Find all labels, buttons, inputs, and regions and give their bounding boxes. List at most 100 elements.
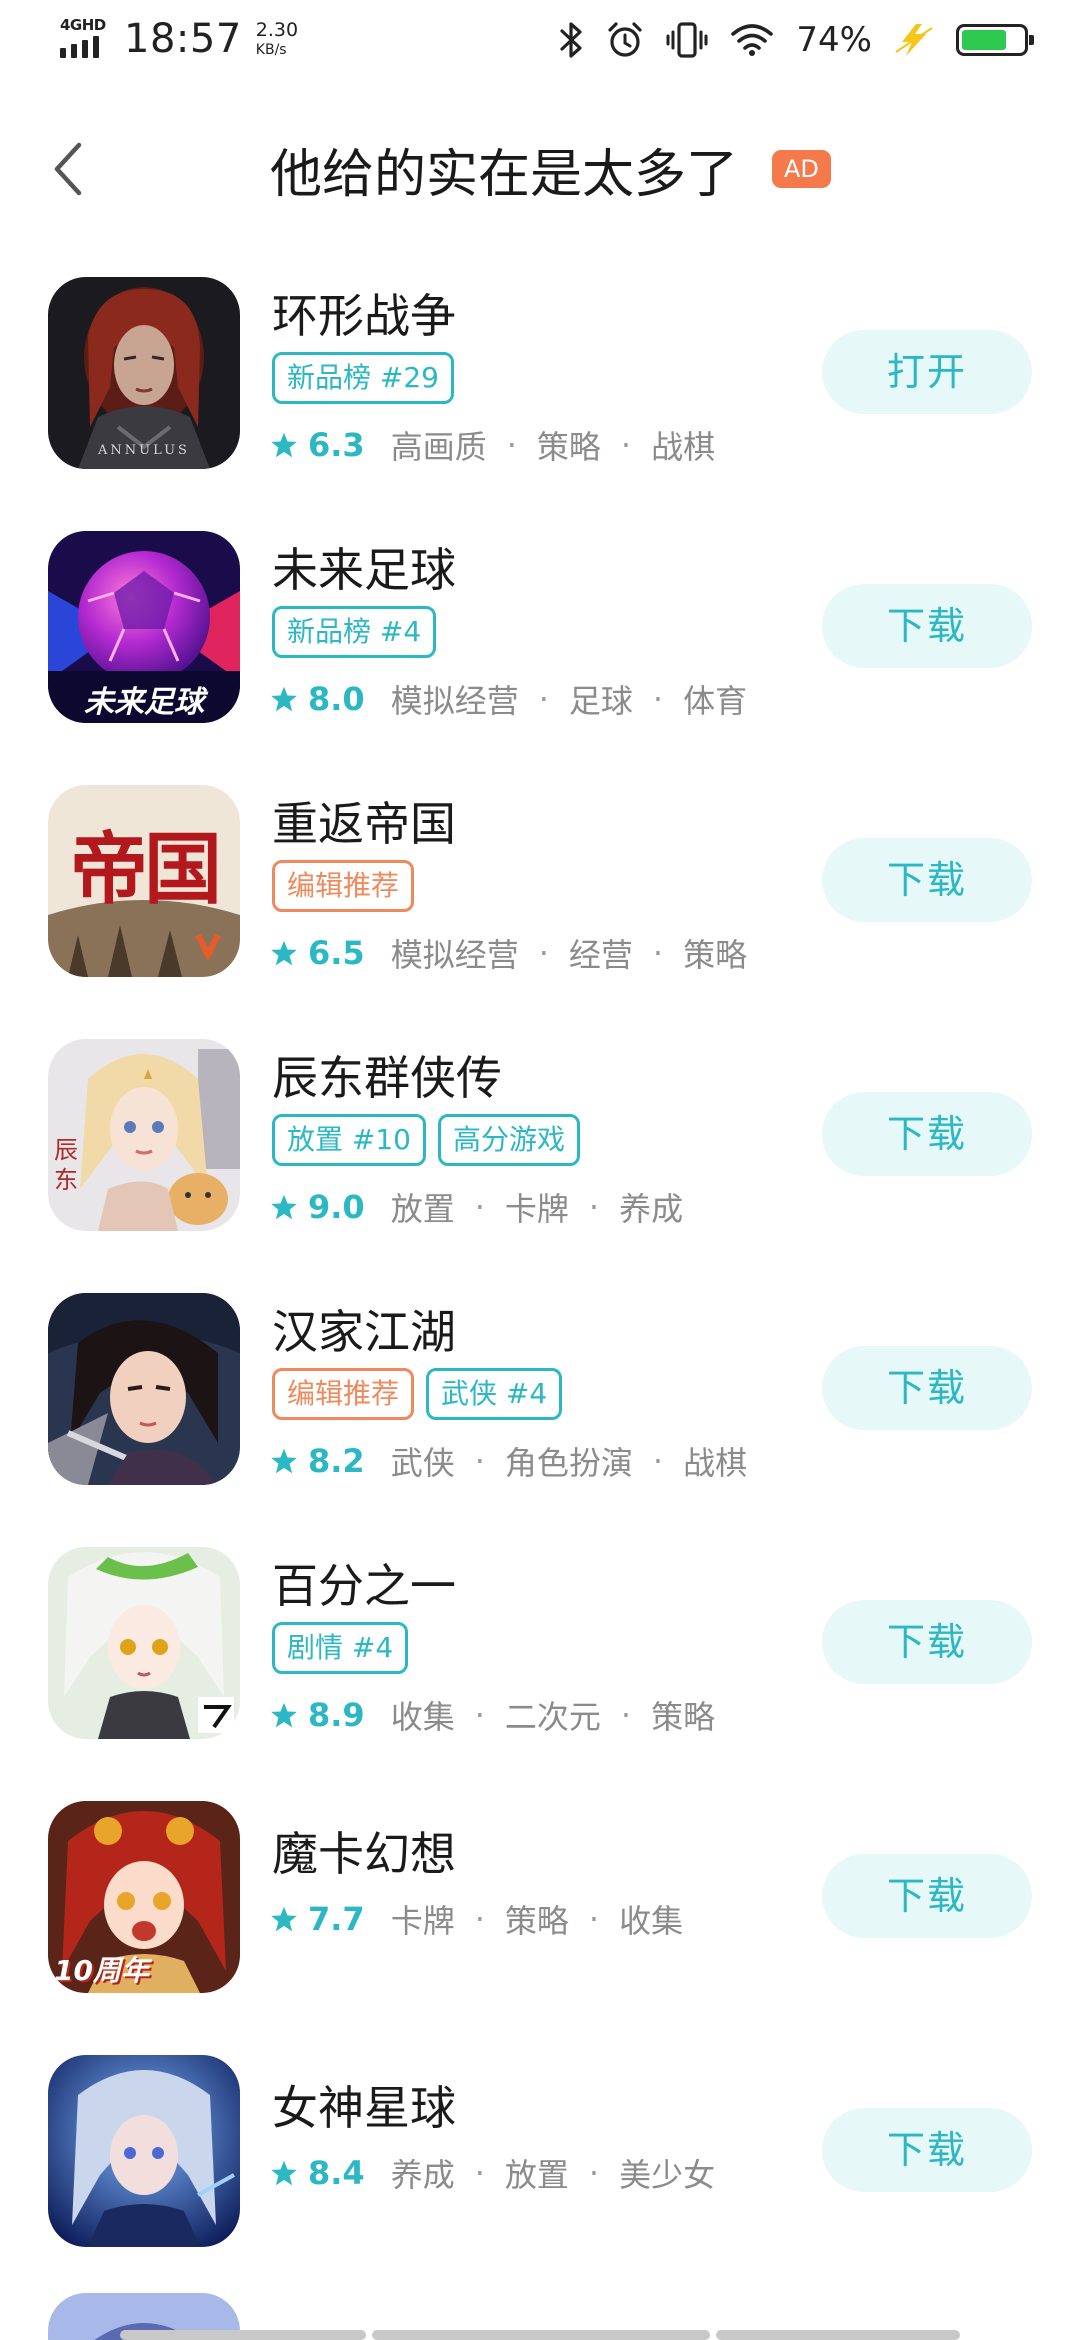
list-item[interactable]: 汉家江湖 编辑推荐 武侠 #4 8.2 武侠 · 角色扮演 · 战棋 下载 [0,1286,1080,1486]
list-item[interactable]: 未来足球 未来足球 新品榜 #4 8.0 模拟经营 · 足球 · 体育 下载 [0,524,1080,724]
app-icon[interactable]: 未来足球 [48,531,240,723]
ranking-tag: 武侠 #4 [426,1368,563,1420]
scroll-indicator [120,2330,366,2340]
vibrate-icon [666,22,708,58]
app-icon[interactable] [48,1547,240,1739]
page-title: 他给的实在是太多了 [270,145,739,205]
category: 二次元 [504,1698,601,1736]
tag-group: 编辑推荐 武侠 #4 [272,1368,563,1420]
app-meta: 8.0 模拟经营 · 足球 · 体育 [270,676,747,722]
category: 足球 [568,682,633,720]
star-icon [271,686,297,712]
icon-caption: 辰东 [54,1136,78,1194]
app-meta: 6.3 高画质 · 策略 · 战棋 [270,422,715,468]
download-button[interactable]: 下载 [822,1600,1032,1684]
category: 模拟经营 [390,936,519,974]
network-speed-value: 2.30 [255,19,299,41]
download-button[interactable]: 下载 [822,2108,1032,2192]
star-icon [271,1702,297,1728]
app-name: 辰东群侠传 [272,1051,502,1105]
star-icon [271,1906,297,1932]
category: 养成 [390,2156,455,2194]
download-button[interactable]: 下载 [822,1346,1032,1430]
rating: 8.9 [308,1696,365,1734]
editor-pick-tag: 编辑推荐 [272,860,415,912]
app-name: 重返帝国 [272,797,456,851]
app-meta: 9.0 放置 · 卡牌 · 养成 [270,1184,683,1230]
app-meta: 8.2 武侠 · 角色扮演 · 战棋 [270,1438,747,1484]
scroll-indicator [372,2330,710,2340]
app-icon[interactable]: 10周年 [48,1801,240,1993]
category: 卡牌 [390,1902,455,1940]
status-left: 4GHD 18:57 2.30 KB/s [58,16,298,62]
rating: 8.2 [308,1442,365,1480]
open-button[interactable]: 打开 [822,330,1032,414]
ranking-tag: 新品榜 #29 [272,352,454,404]
separator-dot: · [620,1696,632,1734]
app-icon[interactable] [48,1293,240,1485]
category: 高画质 [390,428,487,466]
app-icon[interactable] [48,2055,240,2247]
category: 养成 [619,1190,684,1228]
app-name: 汉家江湖 [272,1305,456,1359]
separator-dot: · [588,1188,600,1226]
app-meta: 6.5 模拟经营 · 经营 · 策略 [270,930,747,976]
app-name: 魔卡幻想 [272,1827,456,1881]
charging-icon [895,24,933,56]
signal-icon: 4GHD [58,16,108,62]
status-bar: 4GHD 18:57 2.30 KB/s 74% [0,0,1080,84]
app-name: 百分之一 [272,1559,456,1613]
list-item[interactable]: 百分之一 剧情 #4 8.9 收集 · 二次元 · 策略 下载 [0,1540,1080,1740]
list-item[interactable]: 女神星球 8.4 养成 · 放置 · 美少女 下载 [0,2048,1080,2248]
alarm-icon [608,22,643,57]
separator-dot: · [506,426,517,464]
category: 策略 [504,1902,569,1940]
app-meta: 7.7 卡牌 · 策略 · 收集 [270,1896,683,1942]
category: 策略 [536,428,601,466]
high-score-tag: 高分游戏 [438,1114,581,1166]
ranking-tag: 新品榜 #4 [272,606,437,658]
scroll-indicator [716,2330,960,2340]
app-name: 女神星球 [272,2081,456,2135]
category: 美少女 [619,2156,716,2194]
star-icon [271,940,297,966]
app-icon[interactable]: 辰东 [48,1039,240,1231]
separator-dot: · [474,1442,485,1480]
tag-group: 新品榜 #4 [272,606,437,658]
list-item[interactable]: 辰东 辰东群侠传 放置 #10 高分游戏 9.0 放置 · 卡牌 · 养成 下载 [0,1032,1080,1232]
category: 收集 [390,1698,455,1736]
rating: 6.3 [308,426,365,464]
star-icon [271,2160,297,2186]
separator-dot: · [538,934,549,972]
bluetooth-icon [560,22,583,58]
status-time: 18:57 [124,16,242,62]
app-icon[interactable]: 帝国 [48,785,240,977]
list-item[interactable]: 帝国 重返帝国 编辑推荐 6.5 模拟经营 · 经营 · 策略 下载 [0,778,1080,978]
editor-pick-tag: 编辑推荐 [272,1368,415,1420]
icon-caption: 10周年 [54,1954,149,1987]
separator-dot: · [652,1442,664,1480]
category: 放置 [390,1190,455,1228]
list-item[interactable]: 10周年 魔卡幻想 7.7 卡牌 · 策略 · 收集 下载 [0,1794,1080,1994]
download-button[interactable]: 下载 [822,838,1032,922]
rating: 7.7 [308,1900,365,1938]
app-icon[interactable]: ANNULUS [48,277,240,469]
download-button[interactable]: 下载 [822,1092,1032,1176]
ranking-tag: 放置 #10 [272,1114,426,1166]
ranking-tag: 剧情 #4 [272,1622,409,1674]
star-icon [271,1448,297,1474]
app-name: 未来足球 [272,543,456,597]
category: 战棋 [683,1444,748,1482]
category: 经营 [568,936,633,974]
network-speed-unit: KB/s [255,42,287,58]
category: 战棋 [651,428,716,466]
download-button[interactable]: 下载 [822,1854,1032,1938]
separator-dot: · [474,2154,485,2192]
back-button[interactable] [38,136,98,202]
download-button[interactable]: 下载 [822,584,1032,668]
rating: 6.5 [308,934,365,972]
tag-group: 剧情 #4 [272,1622,409,1674]
category: 放置 [504,2156,569,2194]
list-item[interactable]: ANNULUS 环形战争 新品榜 #29 6.3 高画质 · 策略 · 战棋 打… [0,270,1080,470]
icon-caption: 帝国 [69,824,222,915]
